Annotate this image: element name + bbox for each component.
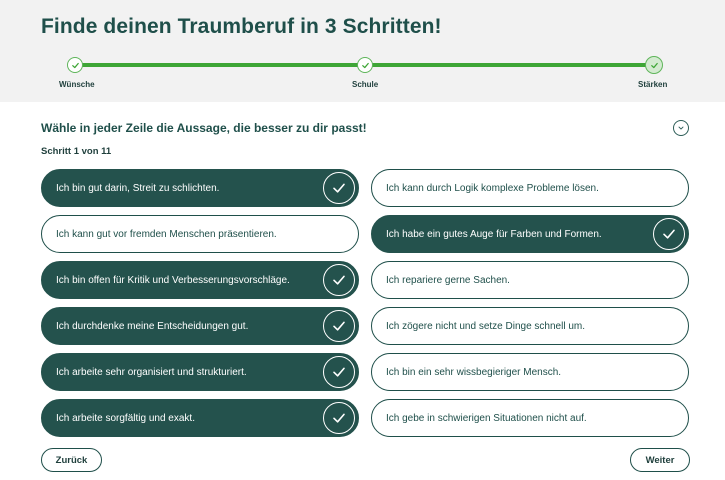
option-row-2-left[interactable]: Ich kann gut vor fremden Menschen präsen…: [41, 215, 359, 253]
selected-check-indicator: [323, 264, 355, 296]
check-icon: [333, 413, 345, 423]
option-row-4-right[interactable]: Ich zögere nicht und setze Dinge schnell…: [371, 307, 689, 345]
step-label-wuensche: Wünsche: [59, 80, 95, 89]
selected-check-indicator: [323, 402, 355, 434]
back-button[interactable]: Zurück: [41, 448, 102, 472]
selected-check-indicator: [653, 218, 685, 250]
selected-check-indicator: [323, 310, 355, 342]
collapse-button[interactable]: [673, 120, 689, 136]
step-schule-indicator: [357, 57, 373, 73]
check-icon: [71, 62, 79, 68]
option-row-3-right[interactable]: Ich repariere gerne Sachen.: [371, 261, 689, 299]
check-icon: [333, 367, 345, 377]
option-row-1-left[interactable]: Ich bin gut darin, Streit zu schlichten.: [41, 169, 359, 207]
check-icon: [333, 321, 345, 331]
chevron-down-icon: [678, 126, 684, 130]
check-icon: [361, 62, 369, 68]
option-label: Ich gebe in schwierigen Situationen nich…: [386, 412, 587, 424]
option-label: Ich zögere nicht und setze Dinge schnell…: [386, 320, 585, 332]
step-staerken-indicator: [645, 56, 663, 74]
option-label: Ich arbeite sorgfältig und exakt.: [56, 412, 195, 424]
option-label: Ich habe ein gutes Auge für Farben und F…: [386, 228, 602, 240]
option-label: Ich bin gut darin, Streit zu schlichten.: [56, 182, 220, 194]
selected-check-indicator: [323, 172, 355, 204]
option-label: Ich kann durch Logik komplexe Probleme l…: [386, 182, 599, 194]
option-row-4-left[interactable]: Ich durchdenke meine Entscheidungen gut.: [41, 307, 359, 345]
check-icon: [663, 229, 675, 239]
option-row-2-right[interactable]: Ich habe ein gutes Auge für Farben und F…: [371, 215, 689, 253]
option-row-5-right[interactable]: Ich bin ein sehr wissbegieriger Mensch.: [371, 353, 689, 391]
next-button[interactable]: Weiter: [630, 448, 690, 472]
option-row-1-right[interactable]: Ich kann durch Logik komplexe Probleme l…: [371, 169, 689, 207]
step-wuensche-indicator: [67, 57, 83, 73]
step-counter: Schritt 1 von 11: [41, 146, 112, 157]
option-label: Ich arbeite sehr organisiert und struktu…: [56, 366, 247, 378]
question-title: Wähle in jeder Zeile die Aussage, die be…: [41, 121, 367, 135]
option-label: Ich kann gut vor fremden Menschen präsen…: [56, 228, 277, 240]
check-icon: [333, 183, 345, 193]
option-row-6-left[interactable]: Ich arbeite sorgfältig und exakt.: [41, 399, 359, 437]
option-row-6-right[interactable]: Ich gebe in schwierigen Situationen nich…: [371, 399, 689, 437]
option-label: Ich durchdenke meine Entscheidungen gut.: [56, 320, 249, 332]
page-title: Finde deinen Traumberuf in 3 Schritten!: [41, 15, 442, 38]
header-panel: Finde deinen Traumberuf in 3 Schritten! …: [0, 0, 725, 102]
check-icon: [650, 62, 658, 68]
step-label-staerken: Stärken: [638, 80, 668, 89]
option-label: Ich bin ein sehr wissbegieriger Mensch.: [386, 366, 562, 378]
step-label-schule: Schule: [352, 80, 379, 89]
option-row-5-left[interactable]: Ich arbeite sehr organisiert und struktu…: [41, 353, 359, 391]
option-row-3-left[interactable]: Ich bin offen für Kritik und Verbesserun…: [41, 261, 359, 299]
check-icon: [333, 275, 345, 285]
option-label: Ich bin offen für Kritik und Verbesserun…: [56, 274, 290, 286]
option-label: Ich repariere gerne Sachen.: [386, 274, 510, 286]
selected-check-indicator: [323, 356, 355, 388]
